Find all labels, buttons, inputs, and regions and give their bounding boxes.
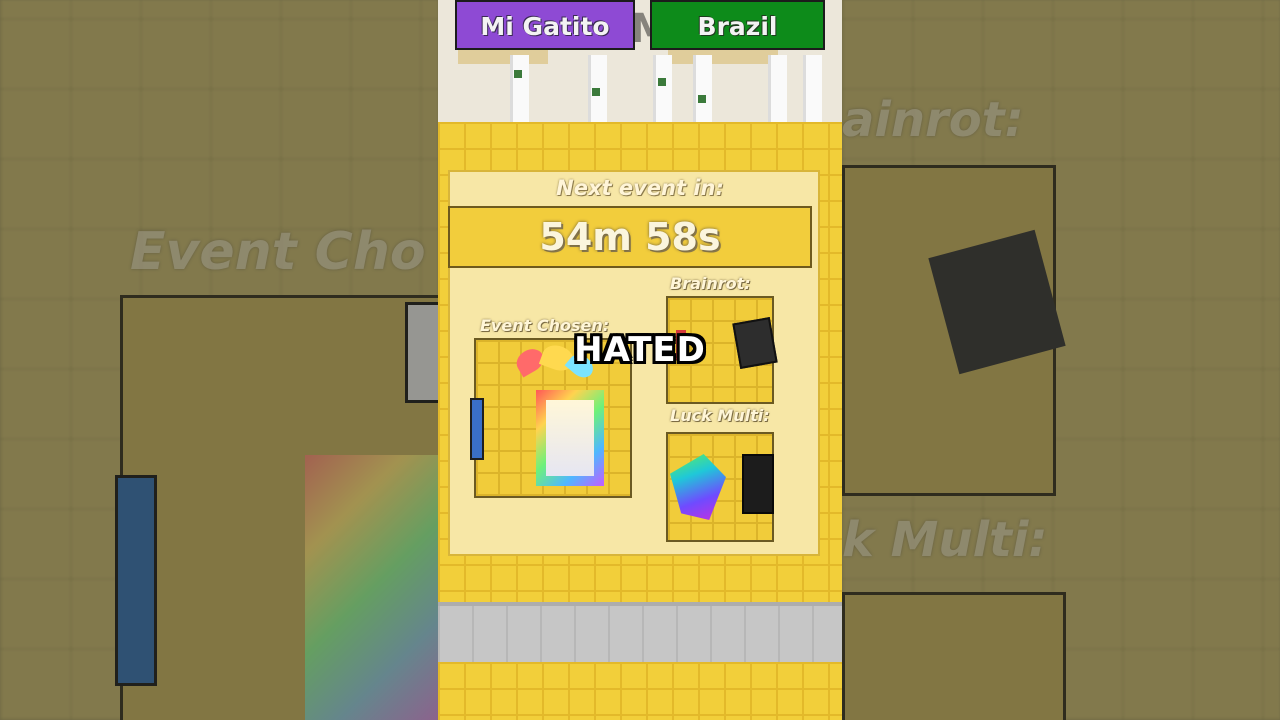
tag-mi-gatito: Mi Gatito: [455, 0, 635, 50]
brainrot-label: Brainrot:: [670, 274, 751, 293]
background-left: Event Cho: [0, 0, 438, 720]
road-strip: [438, 602, 842, 666]
luck-multi-label: Luck Multi:: [670, 406, 770, 425]
tag-brazil: Brazil: [650, 0, 825, 50]
video-caption: HATED: [574, 330, 706, 370]
background-right: ainrot: k Multi:: [842, 0, 1280, 720]
gold-floor: [438, 662, 842, 720]
blue-item-icon: [470, 398, 484, 460]
event-timer: 54m 58s: [539, 215, 721, 259]
rainbow-gift-icon: [536, 390, 604, 486]
rainbow-feathers-icon: [670, 454, 726, 520]
next-event-label: Next event in:: [556, 176, 724, 200]
luck-multi-slot: [666, 432, 774, 542]
event-timer-box: 54m 58s: [448, 206, 812, 268]
black-figure-icon: [742, 454, 774, 514]
